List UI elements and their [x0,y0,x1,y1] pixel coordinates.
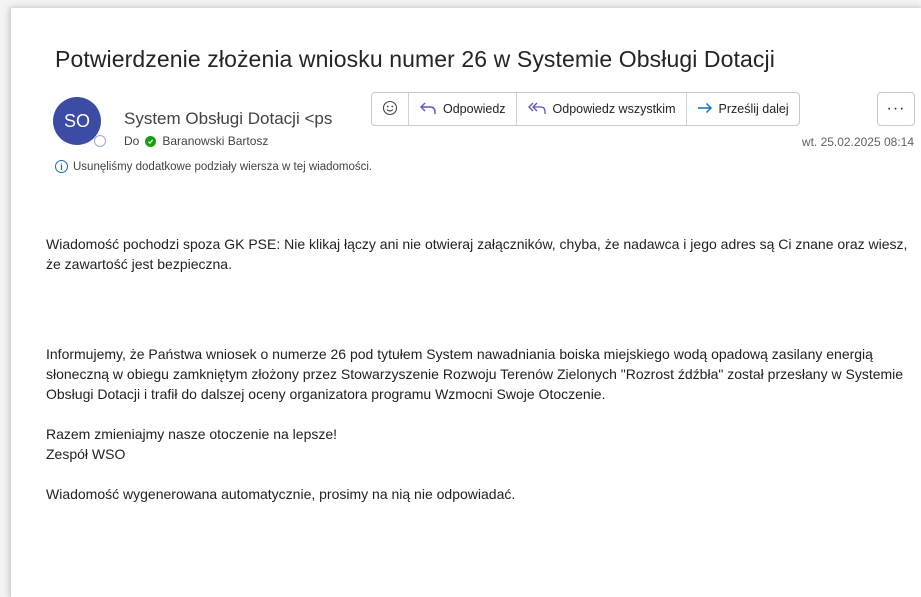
auto-generated-note: Wiadomość wygenerowana automatycznie, pr… [46,486,516,502]
message-body: Wiadomość pochodzi spoza GK PSE: Nie kli… [46,234,916,504]
presence-status-icon [94,135,106,147]
closing-line-1: Razem zmieniajmy nasze otoczenie na leps… [46,426,338,442]
email-reading-pane: Potwierdzenie złożenia wniosku numer 26 … [10,8,921,597]
message-actions-toolbar: Odpowiedz Odpowiedz wszystkim Prześlij d… [371,92,800,126]
reply-label: Odpowiedz [443,102,506,116]
reply-all-button[interactable]: Odpowiedz wszystkim [517,93,687,125]
recipient-name[interactable]: Baranowski Bartosz [162,134,268,148]
recipient-line: Do Baranowski Bartosz [124,134,268,148]
reply-all-arrow-icon [527,101,547,118]
to-label: Do [124,134,140,148]
closing-signature: Zespół WSO [46,446,126,462]
info-icon: i [55,160,68,173]
reaction-button[interactable] [372,93,409,125]
sender-name[interactable]: System Obsługi Dotacji <ps [124,109,349,129]
available-check-icon [145,135,157,147]
forward-label: Prześlij dalej [718,102,789,116]
forward-arrow-icon [697,101,713,118]
more-actions-button[interactable]: ··· [877,92,915,126]
reply-arrow-icon [419,101,437,118]
avatar-initials: SO [63,110,90,131]
external-sender-warning: Wiadomość pochodzi spoza GK PSE: Nie kli… [46,236,908,272]
smiley-icon [382,100,398,119]
application-info-paragraph: Informujemy, że Państwa wniosek o numerz… [46,346,904,402]
more-dots-icon: ··· [886,100,906,117]
notice-text: Usunęliśmy dodatkowe podziały wiersza w … [73,160,373,173]
email-subject: Potwierdzenie złożenia wniosku numer 26 … [55,46,775,72]
line-breaks-notice[interactable]: i Usunęliśmy dodatkowe podziały wiersza … [55,160,372,173]
reply-button[interactable]: Odpowiedz [409,93,517,125]
sent-date: wt. 25.02.2025 08:14 [801,135,914,149]
reply-all-label: Odpowiedz wszystkim [552,102,676,116]
forward-button[interactable]: Prześlij dalej [687,93,799,125]
